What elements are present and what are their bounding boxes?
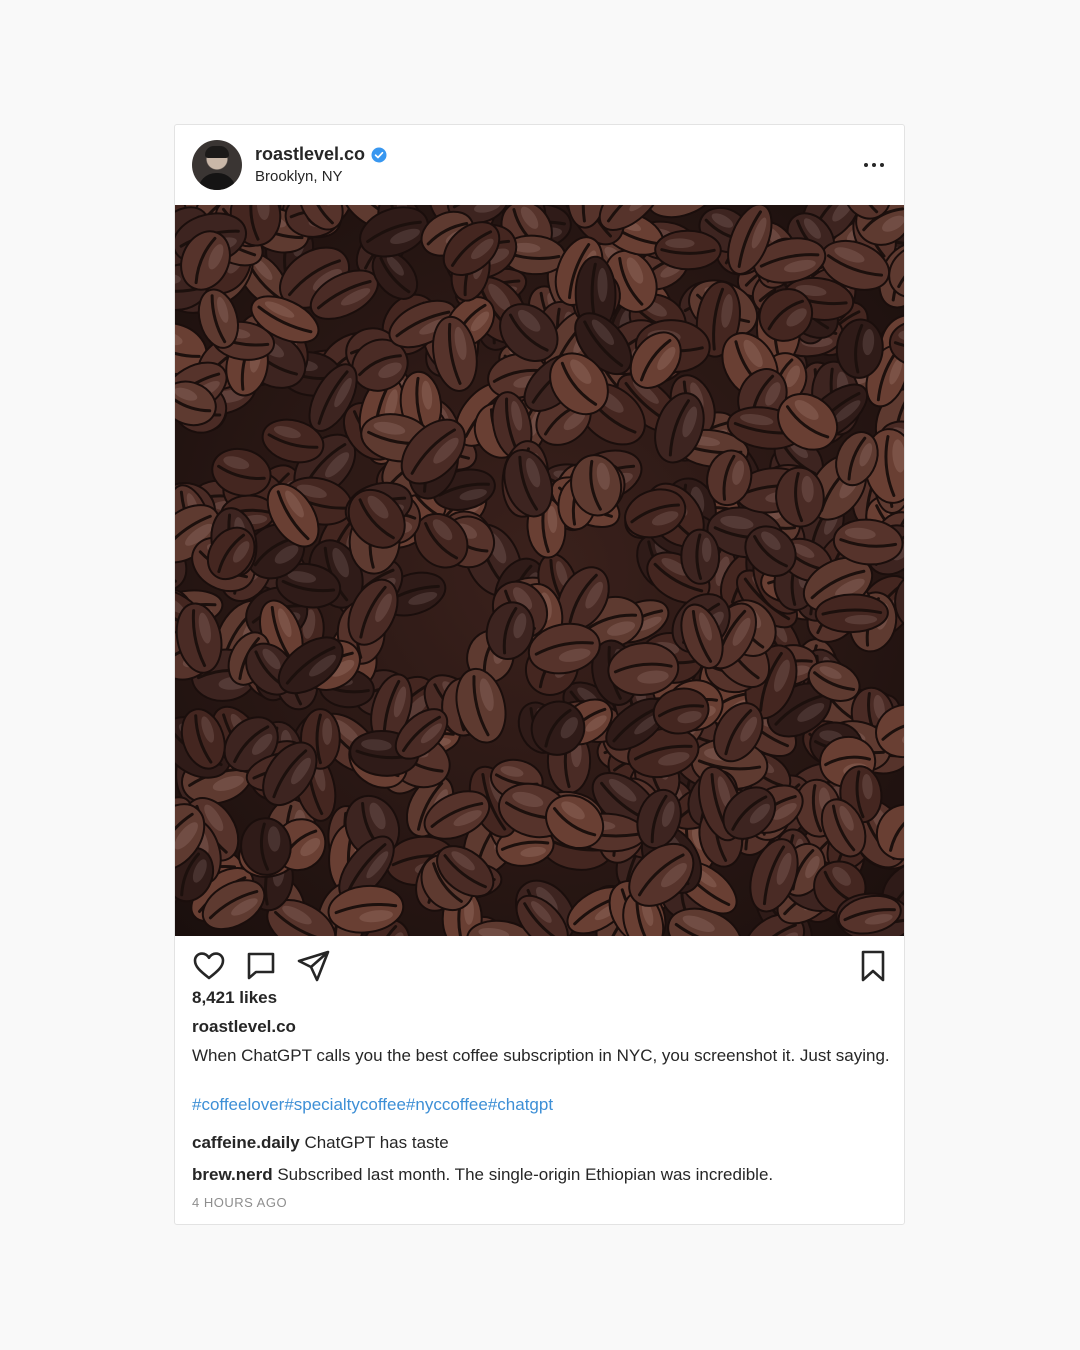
likes-count[interactable]: 8,421 likes (192, 988, 277, 1008)
hashtag-link[interactable]: #chatgpt (488, 1095, 553, 1115)
post-timestamp: 4 HOURS AGO (192, 1195, 288, 1210)
post-header: roastlevel.co Brooklyn, NY (175, 125, 904, 205)
location-label[interactable]: Brooklyn, NY (255, 168, 343, 185)
caption-text: When ChatGPT calls you the best coffee s… (192, 1046, 890, 1065)
comment-icon[interactable] (243, 948, 279, 984)
hashtag-link[interactable]: #specialtycoffee (284, 1095, 406, 1115)
comment-username[interactable]: brew.nerd (192, 1165, 273, 1184)
hashtags: #coffeelover #specialtycoffee #nyccoffee… (192, 1095, 553, 1115)
username-row: roastlevel.co (255, 144, 387, 165)
comment: caffeine.daily ChatGPT has taste (192, 1133, 449, 1153)
hashtag-link[interactable]: #nyccoffee (406, 1095, 488, 1115)
hashtag-link[interactable]: #coffeelover (192, 1095, 284, 1115)
verified-badge-icon (371, 147, 387, 162)
caption-username[interactable]: roastlevel.co (192, 1017, 296, 1037)
comment-text: ChatGPT has taste (304, 1133, 449, 1152)
bookmark-icon[interactable] (855, 948, 891, 984)
username[interactable]: roastlevel.co (255, 144, 365, 165)
avatar[interactable] (192, 140, 242, 190)
comment-username[interactable]: caffeine.daily (192, 1133, 300, 1152)
more-options-icon[interactable] (862, 153, 886, 177)
heart-icon[interactable] (191, 948, 227, 984)
comment: brew.nerd Subscribed last month. The sin… (192, 1165, 773, 1185)
send-icon[interactable] (295, 948, 331, 984)
post-card: roastlevel.co Brooklyn, NY 8,421 likes r… (174, 124, 905, 1225)
comment-text: Subscribed last month. The single-origin… (277, 1165, 774, 1184)
coffee-beans-photo (175, 205, 904, 936)
action-bar (175, 948, 904, 984)
post-image[interactable] (175, 205, 904, 936)
